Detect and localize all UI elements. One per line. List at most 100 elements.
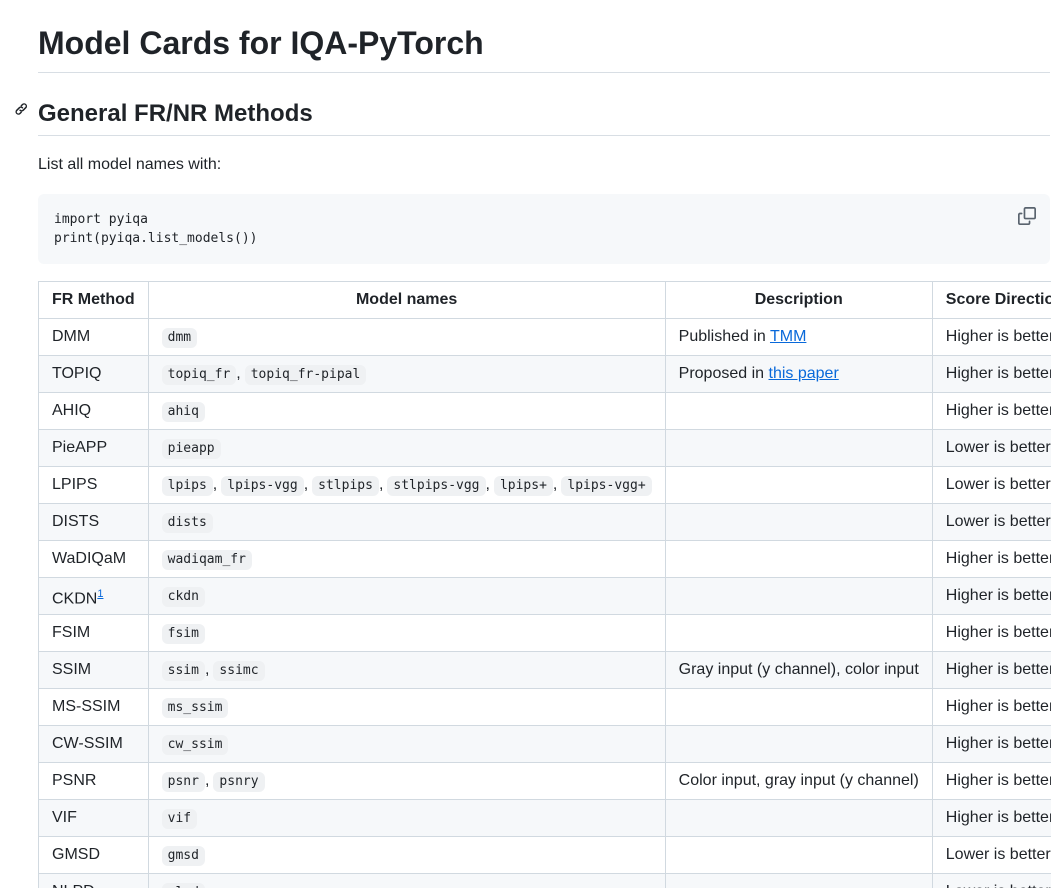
method-name: SSIM (52, 661, 92, 678)
cell-method: AHIQ (38, 392, 149, 430)
table-row: CW-SSIM cw_ssim Higher is better (38, 725, 1051, 763)
method-name: MS-SSIM (52, 698, 121, 715)
table-row: AHIQ ahiq Higher is better (38, 392, 1051, 430)
cell-model-names: ssim, ssimc (147, 651, 666, 689)
cell-description (664, 429, 933, 467)
description-text: Proposed in (678, 365, 769, 382)
section-heading-wrap: General FR/NR Methods (15, 99, 1050, 136)
model-name-code[interactable]: gmsd (161, 845, 205, 866)
cell-score-direction: Higher is better (931, 799, 1051, 837)
cell-method: LPIPS (38, 466, 149, 504)
cell-description (664, 799, 933, 837)
model-name-code[interactable]: lpips-vgg (221, 475, 304, 496)
model-name-code[interactable]: psnr (161, 771, 205, 792)
cell-model-names: nlpd (147, 873, 666, 888)
method-name: CW-SSIM (52, 735, 123, 752)
cell-method: DISTS (38, 503, 149, 541)
cell-score-direction: Higher is better (931, 651, 1051, 689)
description-text: Color input, gray input (y channel) (678, 772, 919, 789)
model-name-code[interactable]: psnry (213, 771, 265, 792)
code-line-2: print(pyiqa.list_models()) (54, 231, 258, 246)
cell-model-names: cw_ssim (147, 725, 666, 763)
cell-model-names: lpips, lpips-vgg, stlpips, stlpips-vgg, lpip… (147, 466, 666, 504)
table-row: DISTS dists Lower is better (38, 503, 1051, 541)
description-link[interactable]: this paper (769, 365, 839, 382)
model-name-code[interactable]: ahiq (161, 401, 205, 422)
table-body: DMM dmm Published in TMM Higher is better TO… (38, 318, 1051, 888)
cell-score-direction: Higher is better (931, 577, 1051, 615)
model-name-code[interactable]: dists (161, 512, 213, 533)
cell-model-names: ahiq (147, 392, 666, 430)
cell-description (664, 540, 933, 578)
table-row: GMSD gmsd Lower is better (38, 836, 1051, 874)
table-row: SSIM ssim, ssimc Gray input (y channel), co… (38, 651, 1051, 689)
cell-model-names: ms_ssim (147, 688, 666, 726)
model-name-code[interactable]: ssimc (213, 660, 265, 681)
table-row: VIF vif Higher is better (38, 799, 1051, 837)
model-name-code[interactable]: dmm (161, 327, 198, 348)
cell-description (664, 836, 933, 874)
cell-description: Published in TMM (664, 318, 933, 356)
comma-separator: , (204, 660, 210, 678)
cell-description (664, 577, 933, 615)
model-name-code[interactable]: stlpips (312, 475, 379, 496)
header-model-names: Model names (147, 281, 666, 319)
cell-score-direction: Lower is better (931, 836, 1051, 874)
model-name-code[interactable]: lpips-vgg+ (561, 475, 652, 496)
table-row: CKDN1 ckdn Higher is better (38, 577, 1051, 615)
cell-description (664, 688, 933, 726)
table-header-row: FR Method Model names Description Score … (38, 281, 1051, 319)
cell-model-names: vif (147, 799, 666, 837)
model-name-code[interactable]: cw_ssim (161, 734, 229, 755)
cell-score-direction: Higher is better (931, 540, 1051, 578)
cell-method: TOPIQ (38, 355, 149, 393)
method-name: VIF (52, 809, 77, 826)
model-name-code[interactable]: vif (161, 808, 198, 829)
method-name: TOPIQ (52, 365, 102, 382)
cell-method: VIF (38, 799, 149, 837)
cell-method: NLPD (38, 873, 149, 888)
cell-score-direction: Lower is better (931, 873, 1051, 888)
description-link[interactable]: TMM (770, 328, 806, 345)
comma-separator: , (204, 771, 210, 789)
code-text[interactable]: import pyiqa print(pyiqa.list_models()) (54, 210, 1034, 248)
cell-score-direction: Higher is better (931, 614, 1051, 652)
method-name: PSNR (52, 772, 97, 789)
table-row: LPIPS lpips, lpips-vgg, stlpips, stlpips-vgg… (38, 466, 1051, 504)
table-row: NLPD nlpd Lower is better (38, 873, 1051, 888)
model-name-code[interactable]: lpips+ (493, 475, 553, 496)
code-line-1: import pyiqa (54, 212, 148, 227)
method-name: WaDIQaM (52, 550, 127, 567)
model-name-code[interactable]: fsim (161, 623, 205, 644)
model-name-code[interactable]: pieapp (161, 438, 221, 459)
cell-model-names: wadiqam_fr (147, 540, 666, 578)
footnote-link[interactable]: 1 (97, 588, 103, 600)
model-table: FR Method Model names Description Score … (38, 281, 1051, 888)
cell-description: Proposed in this paper (664, 355, 933, 393)
model-name-code[interactable]: ms_ssim (161, 697, 229, 718)
method-name: CKDN (52, 590, 98, 608)
cell-method: CW-SSIM (38, 725, 149, 763)
cell-description (664, 614, 933, 652)
model-name-code[interactable]: topiq_fr (161, 364, 237, 385)
model-name-code[interactable]: ckdn (161, 586, 205, 607)
link-icon[interactable] (13, 102, 29, 118)
copy-icon[interactable] (1018, 207, 1036, 225)
model-name-code[interactable]: stlpips-vgg (387, 475, 486, 496)
method-name: LPIPS (52, 476, 98, 493)
model-name-code[interactable]: wadiqam_fr (161, 549, 252, 570)
cell-model-names: dmm (147, 318, 666, 356)
cell-score-direction: Higher is better (931, 355, 1051, 393)
cell-score-direction: Higher is better (931, 725, 1051, 763)
method-name: DISTS (52, 513, 100, 530)
lead-text: List all model names with: (38, 156, 222, 173)
cell-method: GMSD (38, 836, 149, 874)
cell-method: FSIM (38, 614, 149, 652)
model-name-code[interactable]: nlpd (161, 882, 205, 888)
model-name-code[interactable]: lpips (161, 475, 213, 496)
table-row: FSIM fsim Higher is better (38, 614, 1051, 652)
model-name-code[interactable]: ssim (161, 660, 205, 681)
model-name-code[interactable]: topiq_fr-pipal (244, 364, 367, 385)
cell-model-names: gmsd (147, 836, 666, 874)
cell-description (664, 466, 933, 504)
